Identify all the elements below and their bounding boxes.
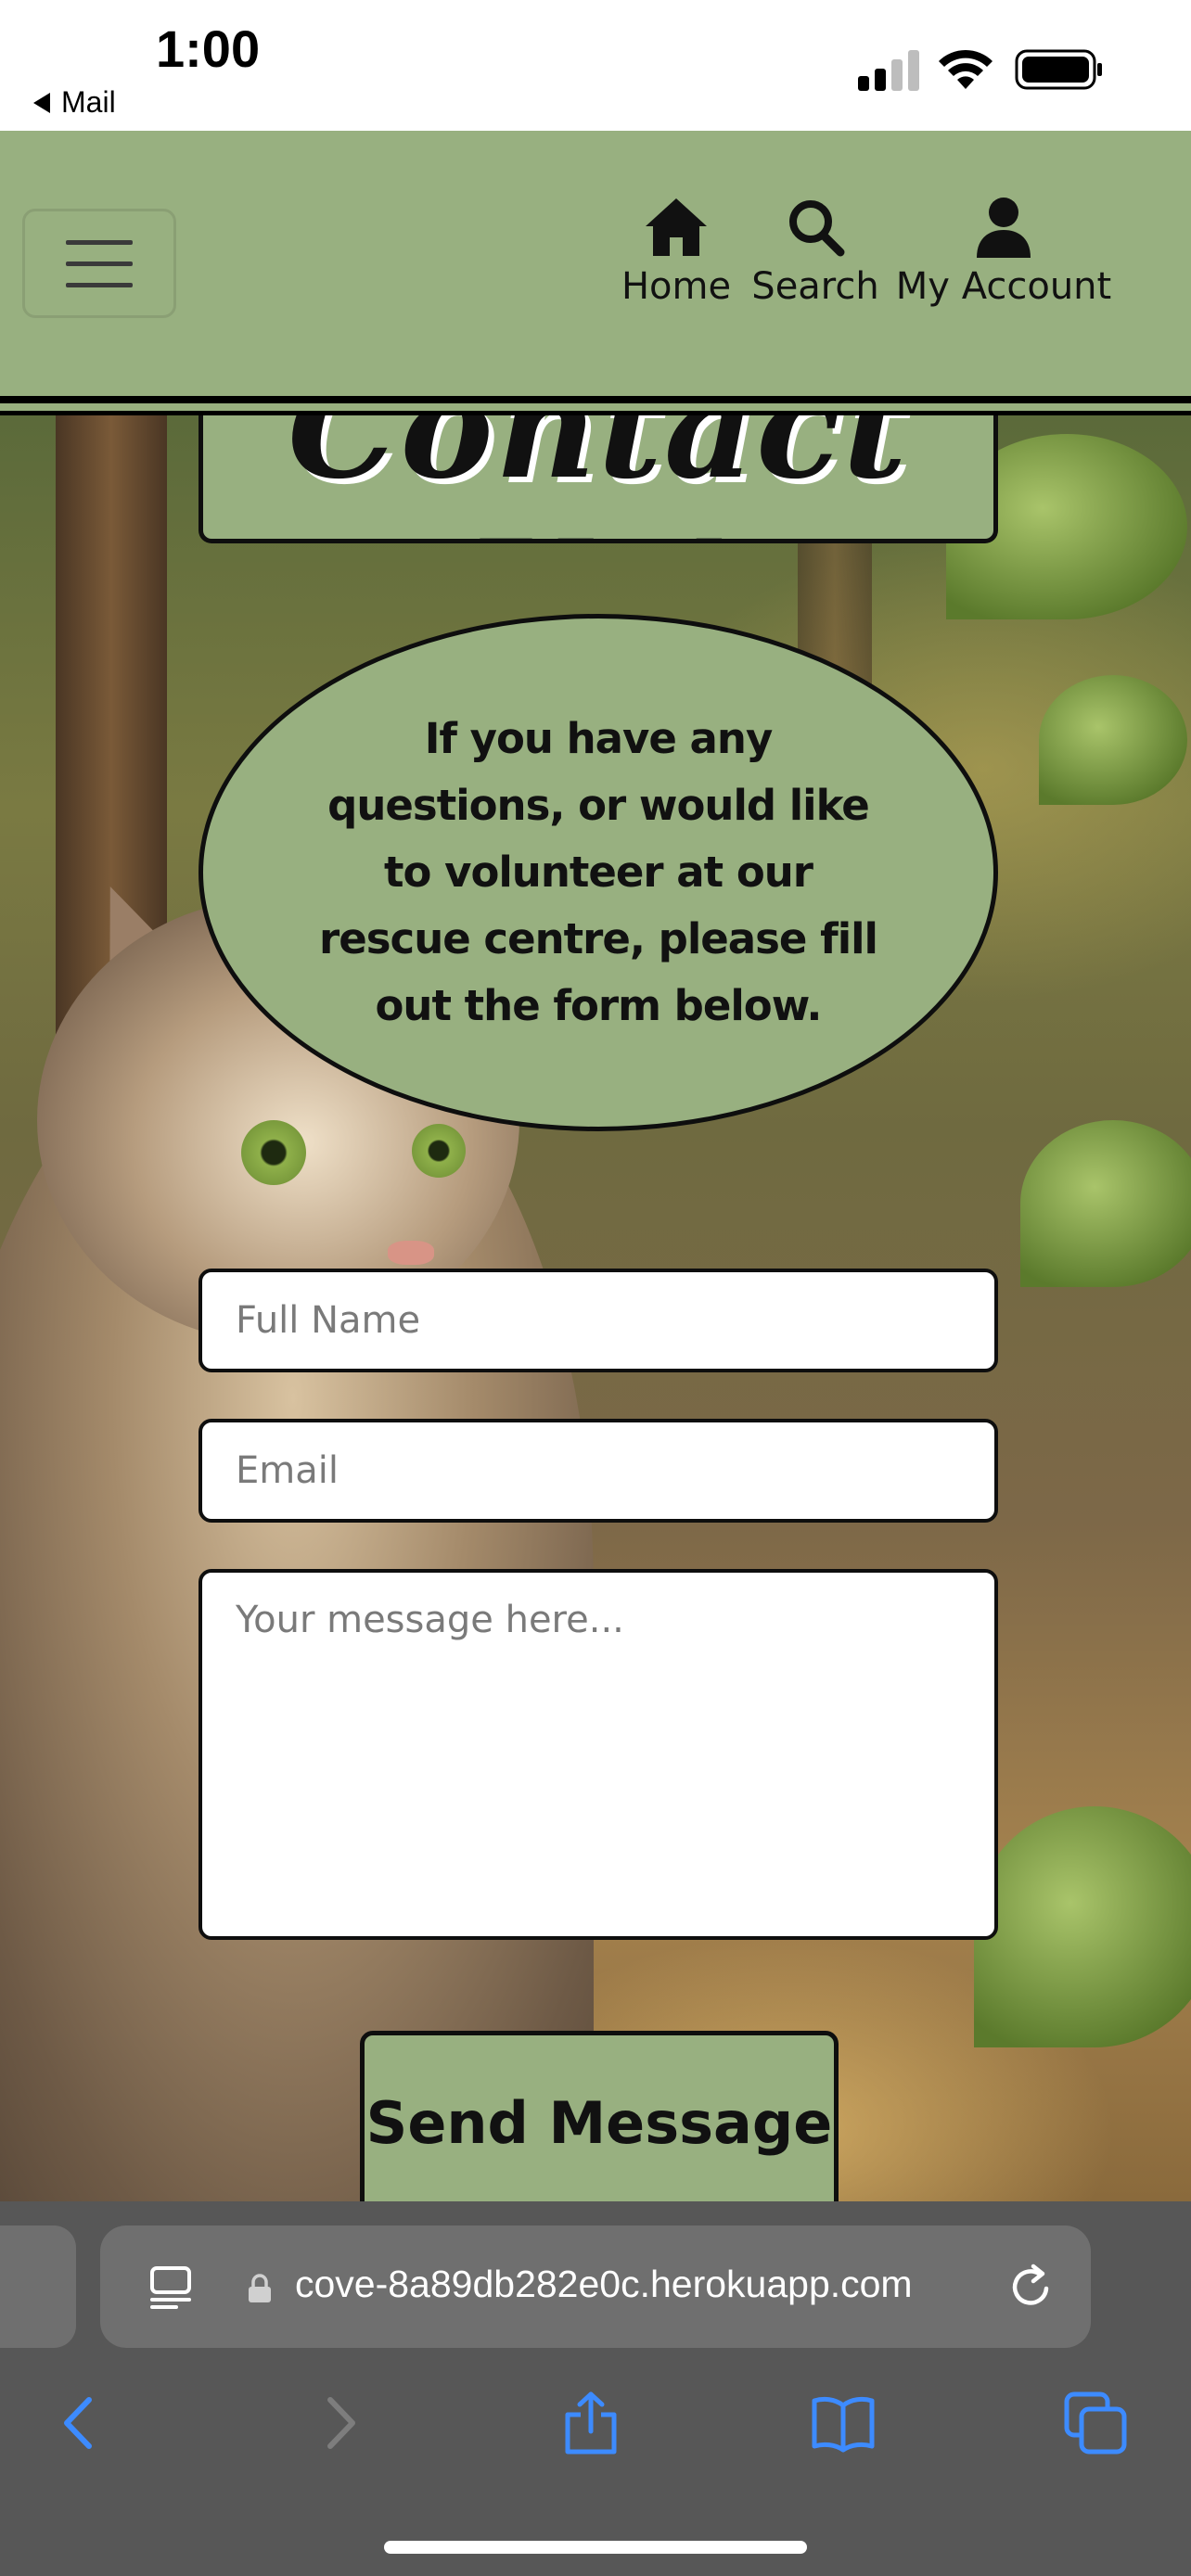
back-arrow-icon [33,92,50,113]
status-bar: 1:00 Mail [0,0,1191,131]
forward-icon[interactable] [306,2391,371,2455]
tabs-icon[interactable] [1063,2391,1128,2455]
wifi-icon [939,49,992,89]
hamburger-icon [66,282,133,287]
reader-mode-icon[interactable] [145,2261,197,2313]
message-textarea[interactable]: Your message here... [198,1569,998,1940]
background-foliage [1039,675,1187,805]
page-title-card: Contact Us! [198,415,998,543]
back-app-label: Mail [61,85,116,119]
home-indicator[interactable] [384,2541,807,2554]
intro-message-bubble: If you have any questions, or would like… [198,614,998,1131]
nav-item-home[interactable]: Home [618,197,735,308]
background-foliage [974,1806,1191,2047]
background-foliage [1020,1120,1191,1287]
cat-eye [241,1120,306,1185]
share-icon[interactable] [558,2391,623,2455]
signal-icon [858,50,919,91]
lock-icon [249,2274,271,2302]
hamburger-menu-button[interactable] [22,209,176,318]
battery-icon [1015,49,1102,90]
full-name-input[interactable]: Full Name [198,1269,998,1372]
search-icon [789,200,845,257]
nav-item-my-account[interactable]: My Account [896,197,1111,308]
user-icon [977,198,1031,258]
back-icon[interactable] [48,2391,113,2455]
navbar-border [0,396,1191,403]
reload-icon[interactable] [1005,2261,1057,2313]
email-input[interactable]: Email [198,1419,998,1523]
status-time: 1:00 [156,19,261,78]
nav-home-label: Home [621,265,732,308]
home-icon [646,198,707,256]
back-to-app-link[interactable]: Mail [33,85,116,120]
nav-account-label: My Account [895,265,1112,308]
hamburger-icon [66,239,133,245]
hamburger-icon [66,261,133,266]
previous-tab-preview[interactable] [0,2225,76,2348]
nav-search-label: Search [751,265,879,308]
nav-item-search[interactable]: Search [751,197,879,308]
cat-eye [412,1124,466,1178]
cat-nose [388,1241,434,1265]
bookmarks-icon[interactable] [811,2391,876,2455]
intro-text: If you have any questions, or would like… [319,714,878,1030]
navbar-border-gap [0,403,1191,411]
address-bar-url[interactable]: cove-8a89db282e0c.herokuapp.com [295,2263,913,2306]
send-message-button[interactable]: Send Message [360,2031,839,2216]
page-title: Contact Us! [288,415,909,539]
